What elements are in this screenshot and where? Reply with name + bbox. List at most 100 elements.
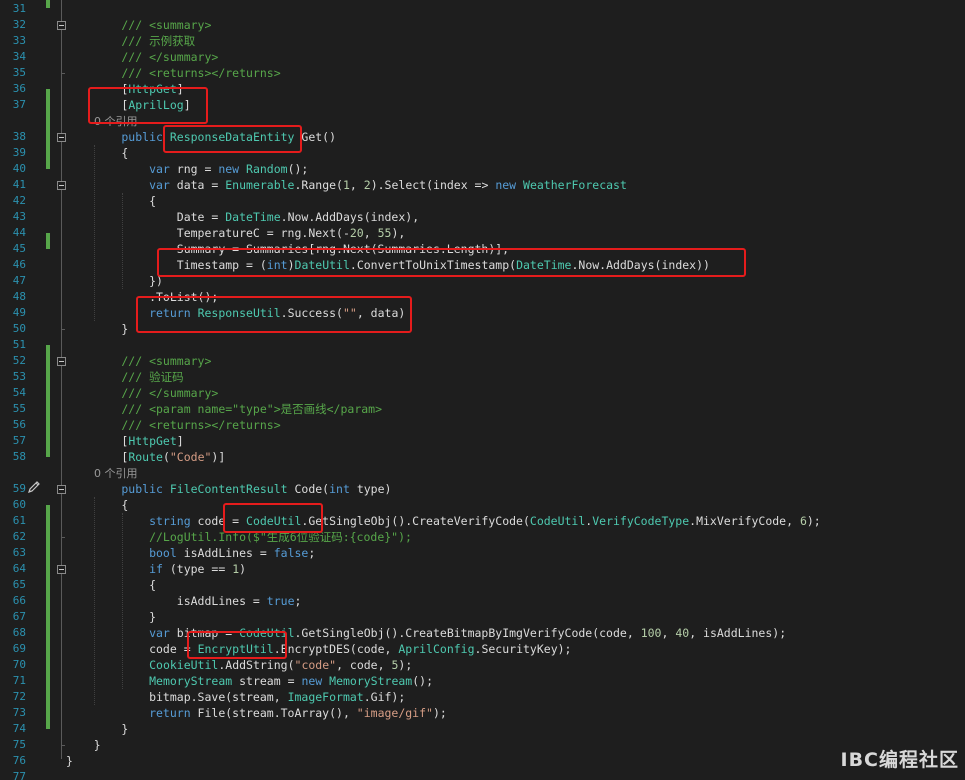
code-text[interactable]: var rng = new Random(); [66, 161, 308, 177]
code-line[interactable]: 66 isAddLines = true; [0, 593, 965, 609]
code-line[interactable]: 35 /// <returns></returns> [0, 65, 965, 81]
code-line[interactable]: 60 { [0, 497, 965, 513]
code-line[interactable]: 62 //LogUtil.Info($"生成6位验证码:{code}"); [0, 529, 965, 545]
collapse-box-icon[interactable] [57, 565, 66, 574]
code-line[interactable]: 76} [0, 753, 965, 769]
code-token: .EncryptDES(code, [273, 642, 399, 656]
code-text[interactable]: code = EncryptUtil.EncryptDES(code, Apri… [66, 641, 571, 657]
code-token: File(stream.ToArray(), [190, 706, 357, 720]
code-line[interactable]: 42 { [0, 193, 965, 209]
code-text[interactable]: CookieUtil.AddString("code", code, 5); [66, 657, 412, 673]
code-line[interactable]: 58 [Route("Code")] [0, 449, 965, 465]
code-text[interactable]: /// <returns></returns> [66, 417, 280, 433]
code-text[interactable]: /// <summary> [66, 353, 211, 369]
code-text[interactable]: { [66, 497, 128, 513]
code-line[interactable]: 72 bitmap.Save(stream, ImageFormat.Gif); [0, 689, 965, 705]
code-text[interactable]: /// 验证码 [66, 369, 183, 385]
code-token: VerifyCodeType [592, 514, 690, 528]
code-line[interactable]: 65 { [0, 577, 965, 593]
code-text[interactable]: bool isAddLines = false; [66, 545, 315, 561]
code-line[interactable]: 44 TemperatureC = rng.Next(-20, 55), [0, 225, 965, 241]
code-text[interactable]: /// <summary> [66, 17, 211, 33]
code-token: WeatherForecast [523, 178, 627, 192]
code-line[interactable]: 71 MemoryStream stream = new MemoryStrea… [0, 673, 965, 689]
collapse-box-icon[interactable] [57, 357, 66, 366]
code-line[interactable]: 40 var rng = new Random(); [0, 161, 965, 177]
code-line[interactable]: 38 public ResponseDataEntity Get() [0, 129, 965, 145]
code-text[interactable]: /// </summary> [66, 385, 218, 401]
code-line[interactable]: 56 /// <returns></returns> [0, 417, 965, 433]
code-line[interactable]: 41 var data = Enumerable.Range(1, 2).Sel… [0, 177, 965, 193]
code-text[interactable]: }) [66, 273, 163, 289]
code-text[interactable]: 0 个引用 [66, 465, 138, 482]
code-text[interactable]: var data = Enumerable.Range(1, 2).Select… [66, 177, 627, 193]
code-line[interactable]: 67 } [0, 609, 965, 625]
line-number: 58 [12, 450, 26, 463]
code-line[interactable]: 39 { [0, 145, 965, 161]
code-text[interactable]: Date = DateTime.Now.AddDays(index), [66, 209, 419, 225]
code-line[interactable]: 61 string code = CodeUtil.GetSingleObj()… [0, 513, 965, 529]
code-line[interactable]: 51 [0, 337, 965, 353]
code-text[interactable]: } [66, 721, 128, 737]
collapse-box-icon[interactable] [57, 485, 66, 494]
code-line[interactable]: 70 CookieUtil.AddString("code", code, 5)… [0, 657, 965, 673]
code-token: ).Select(index => [370, 178, 496, 192]
line-number: 50 [12, 322, 26, 335]
code-line[interactable]: 69 code = EncryptUtil.EncryptDES(code, A… [0, 641, 965, 657]
code-text[interactable]: return File(stream.ToArray(), "image/gif… [66, 705, 447, 721]
code-text[interactable]: /// </summary> [66, 49, 218, 65]
code-text[interactable]: { [66, 577, 156, 593]
code-line[interactable]: 75 } [0, 737, 965, 753]
code-line[interactable]: 32 /// <summary> [0, 17, 965, 33]
code-line[interactable]: 68 var bitmap = CodeUtil.GetSingleObj().… [0, 625, 965, 641]
code-line[interactable]: 31 [0, 1, 965, 17]
highlight-box [136, 296, 412, 333]
code-text[interactable]: if (type == 1) [66, 561, 246, 577]
code-text[interactable]: } [66, 753, 73, 769]
code-text[interactable]: [HttpGet] [66, 433, 183, 449]
code-text[interactable]: /// <param name="type">是否画线</param> [66, 401, 382, 417]
code-token: } [66, 722, 129, 736]
code-text[interactable]: TemperatureC = rng.Next(-20, 55), [66, 225, 406, 241]
code-line[interactable]: 33 /// 示例获取 [0, 33, 965, 49]
code-text[interactable]: } [66, 737, 101, 753]
collapse-box-icon[interactable] [57, 133, 66, 142]
code-text[interactable]: var bitmap = CodeUtil.GetSingleObj().Cre… [66, 625, 786, 641]
reference-count-lens[interactable]: 0 个引用 [66, 467, 138, 480]
code-text[interactable]: { [66, 193, 156, 209]
code-line[interactable]: 64 if (type == 1) [0, 561, 965, 577]
code-text[interactable]: string code = CodeUtil.GetSingleObj().Cr… [66, 513, 821, 529]
code-token: CodeUtil [529, 514, 586, 528]
pencil-icon[interactable] [27, 480, 41, 494]
code-token: public [66, 482, 170, 496]
code-editor[interactable]: 31 32 /// <summary> 33 /// 示例获取 34 /// </su… [0, 0, 965, 780]
collapse-box-icon[interactable] [57, 21, 66, 30]
code-line[interactable]: 53 /// 验证码 [0, 369, 965, 385]
code-text[interactable]: { [66, 145, 128, 161]
code-line[interactable]: 0 个引用 [0, 465, 965, 481]
code-line[interactable]: 34 /// </summary> [0, 49, 965, 65]
code-line[interactable]: 55 /// <param name="type">是否画线</param> [0, 401, 965, 417]
code-line[interactable]: 73 return File(stream.ToArray(), "image/… [0, 705, 965, 721]
code-line[interactable]: 77 [0, 769, 965, 780]
code-text[interactable]: /// <returns></returns> [66, 65, 280, 81]
code-line[interactable]: 57 [HttpGet] [0, 433, 965, 449]
code-text[interactable]: } [66, 609, 156, 625]
code-text[interactable]: bitmap.Save(stream, ImageFormat.Gif); [66, 689, 405, 705]
code-text[interactable]: } [66, 321, 128, 337]
line-number: 38 [12, 130, 26, 143]
code-token: .Gif); [363, 690, 406, 704]
code-text[interactable]: /// 示例获取 [66, 33, 195, 49]
code-line[interactable]: 54 /// </summary> [0, 385, 965, 401]
collapse-box-icon[interactable] [57, 181, 66, 190]
code-text[interactable]: public FileContentResult Code(int type) [66, 481, 391, 497]
code-line[interactable]: 43 Date = DateTime.Now.AddDays(index), [0, 209, 965, 225]
code-line[interactable]: 59 public FileContentResult Code(int typ… [0, 481, 965, 497]
code-line[interactable]: 63 bool isAddLines = false; [0, 545, 965, 561]
highlight-box [157, 248, 746, 277]
code-text[interactable]: isAddLines = true; [66, 593, 302, 609]
code-text[interactable]: [Route("Code")] [66, 449, 225, 465]
code-token: new [301, 674, 330, 688]
code-line[interactable]: 52 /// <summary> [0, 353, 965, 369]
code-line[interactable]: 74 } [0, 721, 965, 737]
